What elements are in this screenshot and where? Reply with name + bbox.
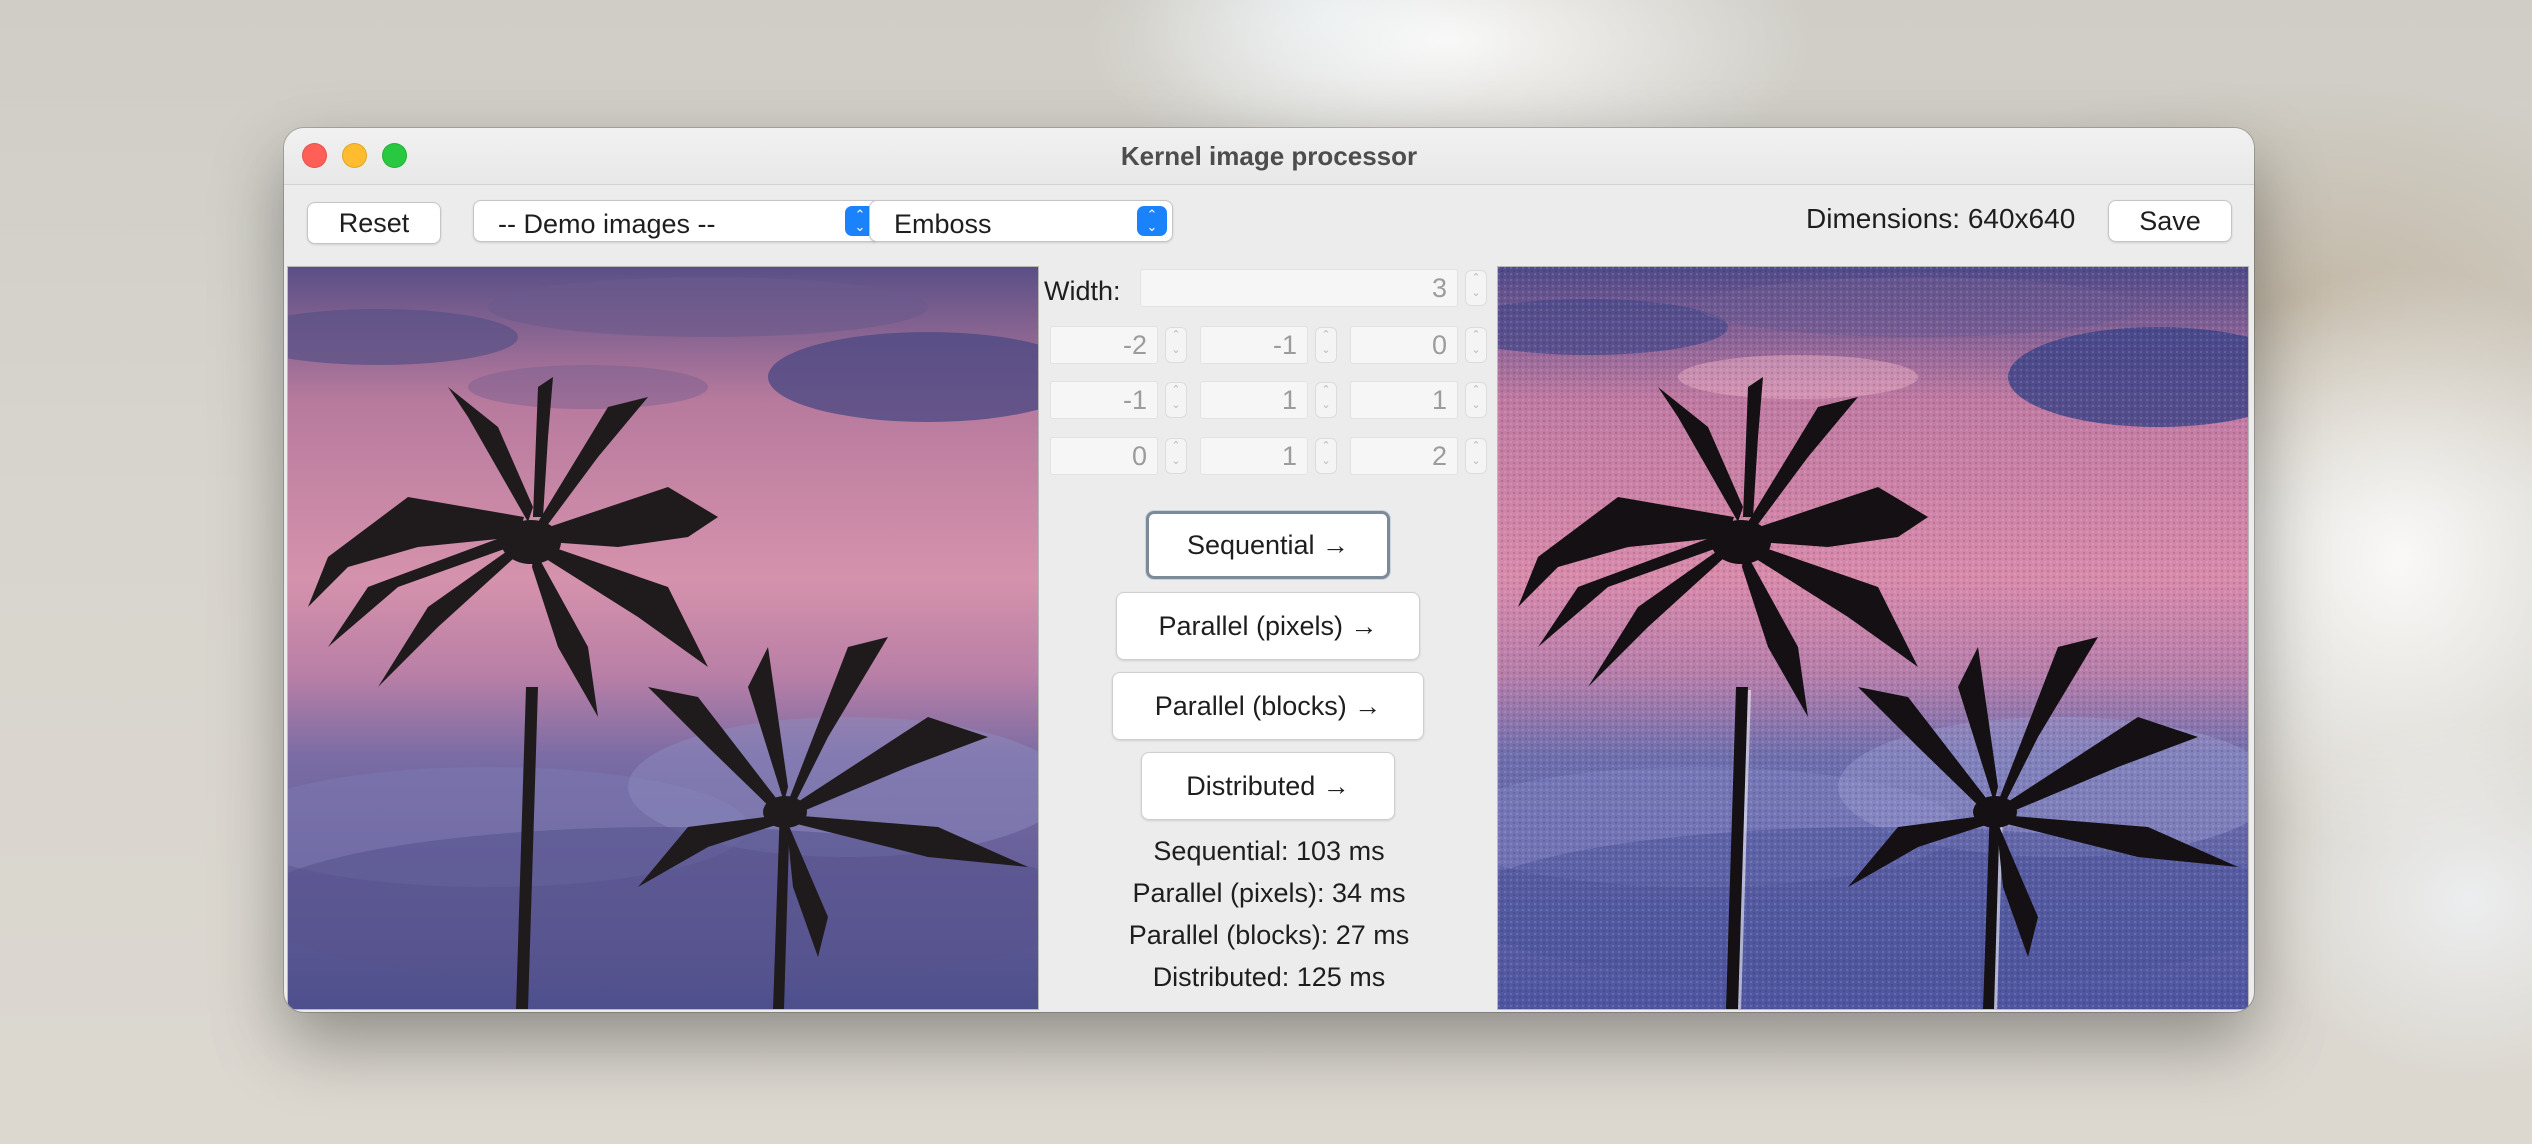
demo-images-select-value: -- Demo images -- xyxy=(498,209,716,239)
distributed-timing: Distributed: 125 ms xyxy=(1152,962,1386,992)
filter-select[interactable]: Emboss ⌃ ⌄ xyxy=(869,200,1173,242)
source-image xyxy=(287,266,1039,1010)
window-title: Kernel image processor xyxy=(1120,141,1418,171)
kernel-cell-2-1[interactable]: 1 ⌃ ⌄ xyxy=(1200,437,1340,475)
dimensions-label: Dimensions: 640x640 xyxy=(1806,203,2076,234)
filter-select-value: Emboss xyxy=(894,209,992,239)
kernel-width-label: Width: xyxy=(1044,276,1121,306)
stepper-arrows-icon[interactable]: ⌃ ⌄ xyxy=(1315,327,1337,363)
kernel-cell-field[interactable]: -2 xyxy=(1050,326,1158,364)
sequential-timing: Sequential: 103 ms xyxy=(1153,836,1385,866)
kernel-cell-1-0[interactable]: -1 ⌃ ⌄ xyxy=(1050,381,1190,419)
stepper-arrows-icon[interactable]: ⌃ ⌄ xyxy=(1465,270,1487,306)
app-window: Kernel image processor Reset -- Demo ima… xyxy=(284,128,2254,1012)
distributed-button[interactable]: Distributed → xyxy=(1141,752,1395,820)
kernel-cell-field[interactable]: 1 xyxy=(1200,381,1308,419)
stepper-arrows-icon[interactable]: ⌃ ⌄ xyxy=(1165,382,1187,418)
kernel-cell-field[interactable]: -1 xyxy=(1200,326,1308,364)
save-button[interactable]: Save xyxy=(2108,200,2232,242)
kernel-cell-field[interactable]: 0 xyxy=(1350,326,1458,364)
parallel-blocks-button[interactable]: Parallel (blocks) → xyxy=(1112,672,1424,740)
kernel-cell-2-2[interactable]: 2 ⌃ ⌄ xyxy=(1350,437,1490,475)
result-image xyxy=(1497,266,2249,1010)
stepper-arrows-icon[interactable]: ⌃ ⌄ xyxy=(1465,327,1487,363)
kernel-cell-0-1[interactable]: -1 ⌃ ⌄ xyxy=(1200,326,1340,364)
kernel-cell-2-0[interactable]: 0 ⌃ ⌄ xyxy=(1050,437,1190,475)
kernel-cell-field[interactable]: 2 xyxy=(1350,437,1458,475)
title-bar: Kernel image processor xyxy=(284,128,2254,185)
palm-trees-sunset-embossed-image xyxy=(1498,267,2248,1009)
stepper-arrows-icon[interactable]: ⌃ ⌄ xyxy=(1465,382,1487,418)
demo-images-select[interactable]: -- Demo images -- ⌃ ⌄ xyxy=(473,200,881,242)
stepper-arrows-icon[interactable]: ⌃ ⌄ xyxy=(1465,438,1487,474)
kernel-cell-0-0[interactable]: -2 ⌃ ⌄ xyxy=(1050,326,1190,364)
sequential-button[interactable]: Sequential → xyxy=(1146,511,1390,579)
kernel-cell-0-2[interactable]: 0 ⌃ ⌄ xyxy=(1350,326,1490,364)
stepper-arrows-icon[interactable]: ⌃ ⌄ xyxy=(1165,438,1187,474)
stepper-arrows-icon[interactable]: ⌃ ⌄ xyxy=(1315,382,1337,418)
kernel-width-spinner[interactable]: 3 ⌃ ⌄ xyxy=(1140,269,1493,307)
kernel-cell-1-1[interactable]: 1 ⌃ ⌄ xyxy=(1200,381,1340,419)
kernel-cell-field[interactable]: 0 xyxy=(1050,437,1158,475)
kernel-width-field[interactable]: 3 xyxy=(1140,269,1458,307)
stepper-arrows-icon[interactable]: ⌃ ⌄ xyxy=(1315,438,1337,474)
kernel-cell-field[interactable]: 1 xyxy=(1350,381,1458,419)
select-chevrons-icon: ⌃ ⌄ xyxy=(1137,206,1167,236)
kernel-cell-field[interactable]: 1 xyxy=(1200,437,1308,475)
palm-trees-sunset-image xyxy=(288,267,1038,1009)
parallel-pixels-button[interactable]: Parallel (pixels) → xyxy=(1116,592,1420,660)
kernel-cell-field[interactable]: -1 xyxy=(1050,381,1158,419)
parallel-pixels-timing: Parallel (pixels): 34 ms xyxy=(1132,878,1406,908)
parallel-blocks-timing: Parallel (blocks): 27 ms xyxy=(1128,920,1410,950)
reset-button[interactable]: Reset xyxy=(307,202,441,244)
kernel-cell-1-2[interactable]: 1 ⌃ ⌄ xyxy=(1350,381,1490,419)
stepper-arrows-icon[interactable]: ⌃ ⌄ xyxy=(1165,327,1187,363)
